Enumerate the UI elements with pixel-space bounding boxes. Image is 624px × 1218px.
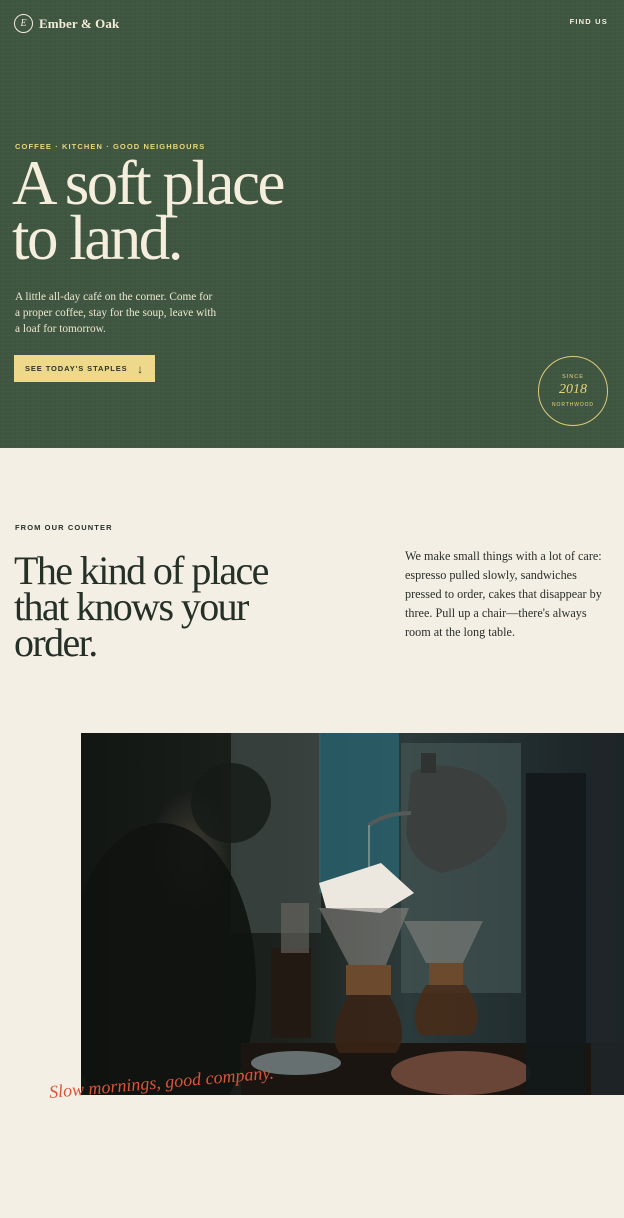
section-description: We make small things with a lot of care:…	[405, 549, 602, 639]
section-title-line-3: order.	[14, 620, 98, 665]
section-title: The kind of place that knows your order.	[14, 551, 314, 665]
hero-section: E Ember & Oak FIND US COFFEE · KITCHEN ·…	[0, 0, 624, 448]
badge-place: NORTHWOOD	[552, 402, 594, 408]
brand-mark-icon: E	[14, 14, 33, 33]
brand-logo[interactable]: E Ember & Oak	[14, 14, 119, 33]
badge-year: 2018	[559, 382, 587, 397]
see-staples-label: SEE TODAY'S STAPLES	[25, 364, 128, 373]
coffee-pour-over-photo	[81, 733, 624, 1095]
pour-over-illustration	[81, 733, 624, 1095]
since-badge: SINCE 2018 NORTHWOOD	[538, 356, 608, 426]
hero-description: A little all-day café on the corner. Com…	[15, 291, 217, 335]
hero-title: A soft place to land.	[12, 152, 285, 273]
hero-title-line-2: to land.	[12, 203, 183, 273]
arrow-down-icon: ↓	[137, 361, 144, 376]
section-eyebrow: FROM OUR COUNTER	[15, 523, 113, 532]
see-staples-button[interactable]: SEE TODAY'S STAPLES ↓	[14, 355, 155, 382]
badge-since-label: SINCE	[562, 374, 584, 380]
brand-name: Ember & Oak	[39, 15, 120, 31]
find-us-link[interactable]: FIND US	[570, 17, 608, 26]
